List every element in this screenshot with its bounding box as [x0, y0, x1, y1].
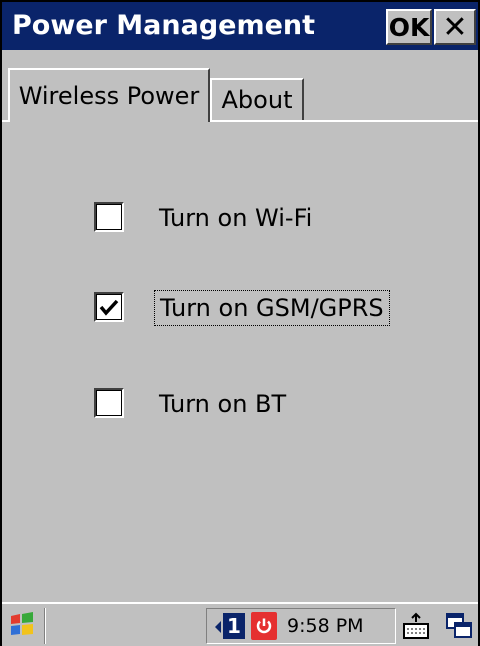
tray-arrow-icon[interactable] — [215, 621, 221, 633]
close-button[interactable]: ✕ — [434, 9, 476, 45]
taskbar-separator — [44, 608, 46, 644]
ok-button[interactable]: OK — [386, 9, 432, 45]
gsm-gprs-label[interactable]: Turn on GSM/GPRS — [154, 290, 390, 326]
device-screen: Power Management OK ✕ Wireless Power Abo… — [0, 0, 480, 646]
power-icon[interactable] — [251, 612, 277, 640]
option-bt[interactable]: Turn on BT — [94, 386, 394, 422]
title-bar: Power Management OK ✕ — [2, 2, 478, 50]
wifi-checkbox[interactable] — [94, 202, 124, 232]
taskbar: 1 9:58 PM — [2, 602, 478, 646]
tab-wireless-power[interactable]: Wireless Power — [8, 68, 210, 122]
option-gsm-gprs[interactable]: Turn on GSM/GPRS — [94, 290, 394, 326]
task-switch-button[interactable] — [442, 608, 476, 644]
bt-label[interactable]: Turn on BT — [154, 386, 291, 422]
close-icon: ✕ — [442, 9, 468, 45]
keyboard-button[interactable] — [398, 608, 434, 644]
task-switch-icon — [446, 613, 472, 638]
keyboard-icon — [403, 612, 429, 639]
tab-about[interactable]: About — [210, 78, 304, 120]
window-title: Power Management — [12, 10, 316, 41]
system-tray: 1 9:58 PM — [206, 608, 396, 644]
windows-flag-icon — [11, 612, 33, 635]
tray-number-icon[interactable]: 1 — [223, 613, 245, 639]
gsm-gprs-checkbox[interactable] — [94, 292, 124, 322]
power-symbol-icon — [256, 618, 272, 634]
bt-checkbox[interactable] — [94, 388, 124, 418]
start-button[interactable] — [6, 608, 38, 642]
option-wifi[interactable]: Turn on Wi-Fi — [94, 200, 394, 236]
clock[interactable]: 9:58 PM — [287, 609, 364, 643]
wifi-label[interactable]: Turn on Wi-Fi — [154, 200, 317, 236]
